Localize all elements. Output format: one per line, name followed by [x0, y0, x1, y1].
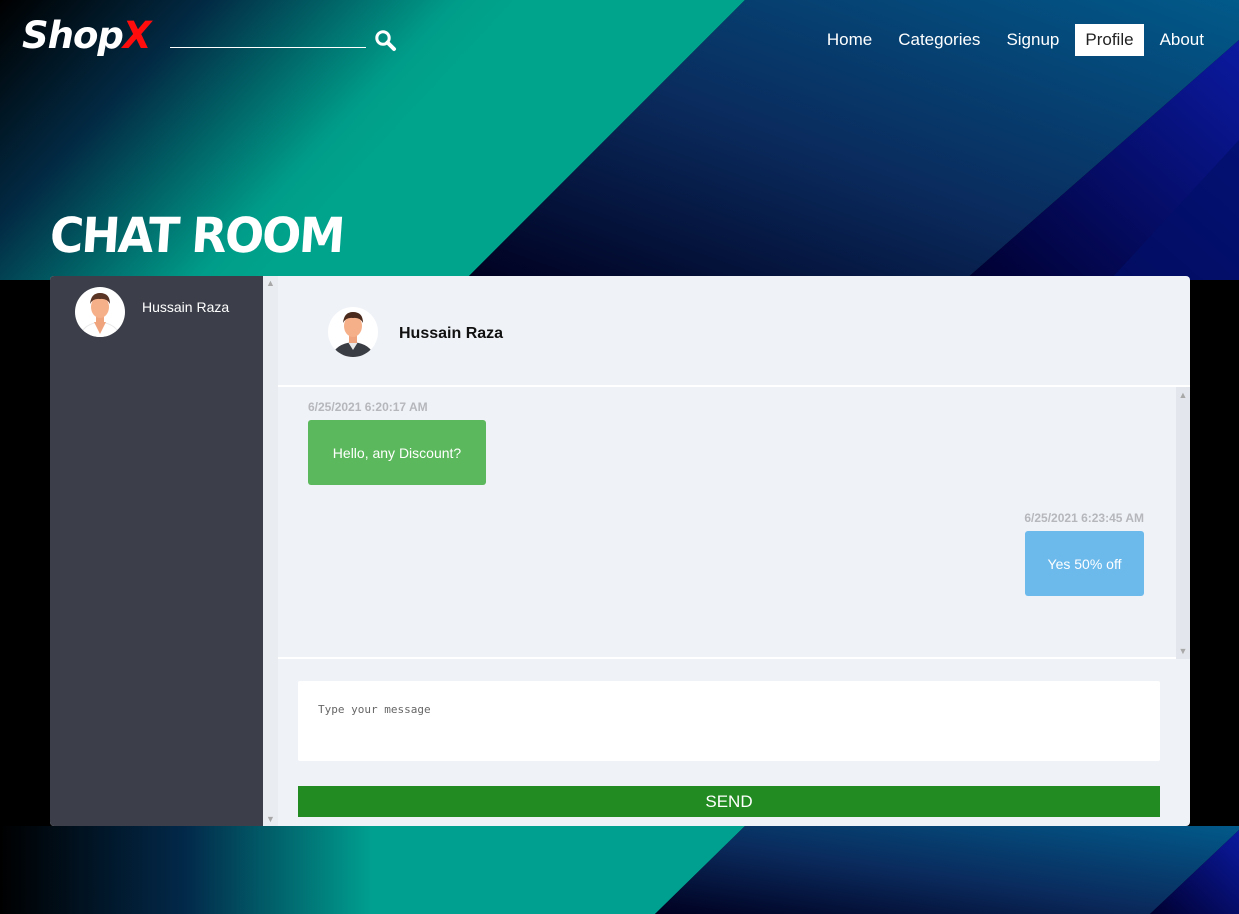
message-input-placeholder: Type your message [318, 703, 431, 716]
brand-accent: X [122, 14, 152, 57]
contact-item[interactable]: Hussain Raza [74, 286, 254, 338]
messages-scrollbar[interactable]: ▲ ▼ [1176, 387, 1190, 659]
message-input[interactable]: Type your message [298, 681, 1160, 761]
nav-home[interactable]: Home [814, 24, 885, 56]
user-avatar-icon [327, 304, 379, 360]
send-button[interactable]: SEND [298, 786, 1160, 817]
brand-logo[interactable]: ShopX [22, 14, 152, 57]
brand-name: Shop [22, 14, 124, 57]
user-avatar-icon [74, 286, 126, 338]
scroll-down-icon[interactable]: ▼ [263, 813, 278, 825]
message-timestamp: 6/25/2021 6:23:45 AM [1024, 511, 1144, 525]
contact-name: Hussain Raza [142, 299, 230, 315]
message-bubble-received: Hello, any Discount? [308, 420, 486, 485]
scroll-up-icon[interactable]: ▲ [1176, 389, 1190, 401]
chat-header-name: Hussain Raza [399, 325, 504, 342]
scroll-down-icon[interactable]: ▼ [1176, 645, 1190, 657]
message-timestamp: 6/25/2021 6:20:17 AM [308, 400, 428, 414]
chat-panel: Hussain Raza ▲ ▼ Hussain Raza 6/25/2021 … [50, 276, 1190, 826]
nav-about[interactable]: About [1147, 24, 1217, 56]
search-icon[interactable] [374, 29, 398, 53]
sidebar-scrollbar[interactable]: ▲ ▼ [263, 276, 278, 826]
page-title: CHAT ROOM [48, 206, 346, 264]
contacts-sidebar: Hussain Raza [50, 276, 263, 826]
main-nav: Home Categories Signup Profile About [814, 24, 1217, 56]
search-input[interactable] [170, 47, 366, 48]
nav-signup[interactable]: Signup [993, 24, 1072, 56]
scroll-up-icon[interactable]: ▲ [263, 277, 278, 289]
message-list: 6/25/2021 6:20:17 AM Hello, any Discount… [278, 387, 1190, 659]
nav-profile[interactable]: Profile [1075, 24, 1144, 56]
nav-categories[interactable]: Categories [885, 24, 993, 56]
message-bubble-sent: Yes 50% off [1025, 531, 1144, 596]
chat-header: Hussain Raza [278, 276, 1190, 387]
